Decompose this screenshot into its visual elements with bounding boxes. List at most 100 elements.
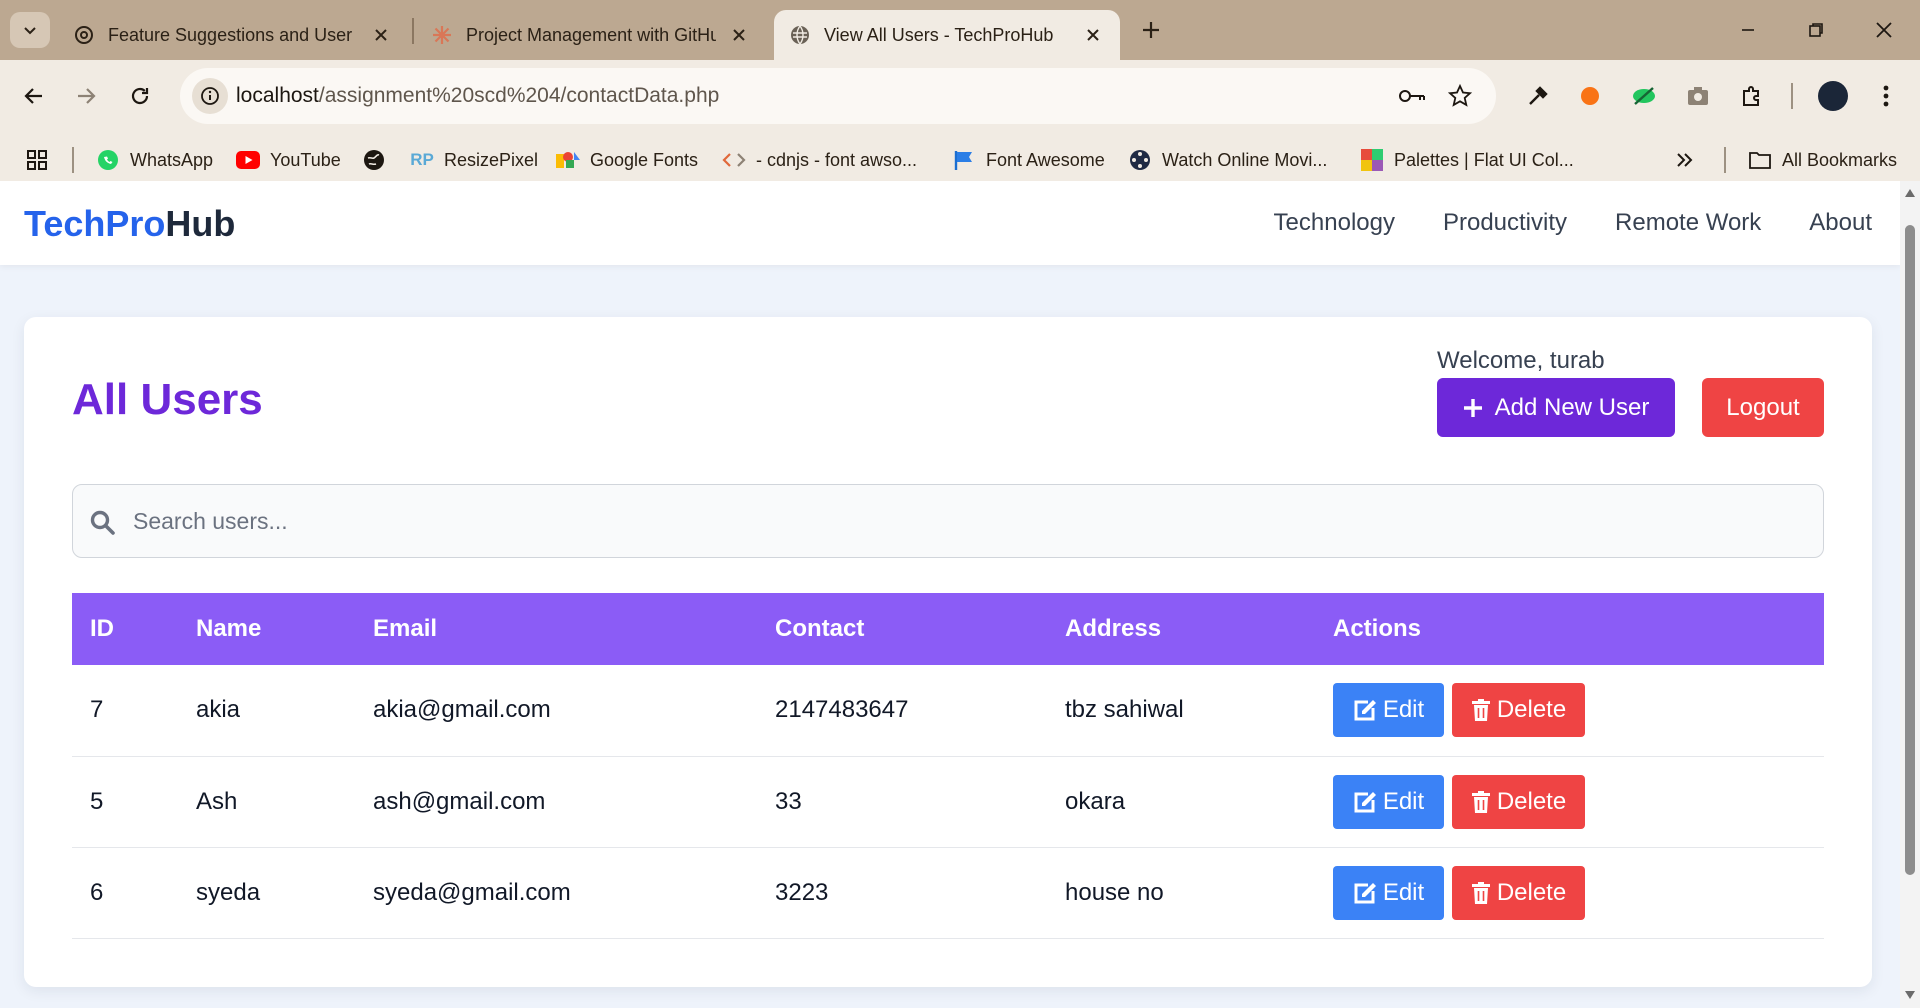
palette-icon bbox=[1360, 148, 1384, 172]
main-nav: Technology Productivity Remote Work Abou… bbox=[1274, 209, 1872, 237]
nav-technology[interactable]: Technology bbox=[1274, 209, 1395, 237]
address-bar[interactable]: localhost/assignment%20scd%204/contactDa… bbox=[180, 68, 1496, 124]
extensions-puzzle-icon[interactable] bbox=[1732, 76, 1772, 116]
url-text[interactable]: localhost/assignment%20scd%204/contactDa… bbox=[236, 84, 719, 108]
cell-email: ash@gmail.com bbox=[355, 756, 757, 848]
cell-address: house no bbox=[1047, 847, 1315, 939]
column-header-name: Name bbox=[178, 593, 355, 665]
logo-text-primary: TechPro bbox=[24, 203, 166, 244]
table-row: 5 Ash ash@gmail.com 33 okara Edit Delete bbox=[72, 756, 1824, 848]
folder-icon bbox=[1748, 148, 1772, 172]
restore-icon bbox=[1809, 23, 1823, 37]
close-icon[interactable] bbox=[1080, 22, 1106, 48]
more-bookmarks-icon[interactable] bbox=[1676, 146, 1694, 174]
table-row: 6 syeda syeda@gmail.com 3223 house no Ed… bbox=[72, 847, 1824, 939]
bookmark-font-awesome[interactable]: Font Awesome bbox=[952, 146, 1105, 174]
flame-extension-icon[interactable] bbox=[1570, 76, 1610, 116]
search-icon bbox=[90, 510, 115, 535]
browser-tab-view-all-users[interactable]: View All Users - TechProHub bbox=[774, 10, 1120, 60]
globe-icon bbox=[362, 148, 386, 172]
key-icon[interactable] bbox=[1396, 80, 1428, 112]
bookmarks-divider bbox=[72, 147, 74, 173]
restore-button[interactable] bbox=[1784, 8, 1848, 52]
bookmark-label: YouTube bbox=[270, 149, 341, 170]
cell-actions: Edit Delete bbox=[1315, 756, 1824, 848]
close-icon[interactable] bbox=[368, 22, 394, 48]
tab-search-button[interactable] bbox=[10, 12, 50, 48]
bookmark-globe[interactable] bbox=[362, 146, 396, 174]
bookmark-watch-online-movies[interactable]: Watch Online Movi... bbox=[1128, 146, 1327, 174]
cell-email: akia@gmail.com bbox=[355, 665, 757, 757]
bookmark-whatsapp[interactable]: WhatsApp bbox=[96, 146, 213, 174]
eye-slash-extension-icon[interactable] bbox=[1624, 76, 1664, 116]
menu-kebab-icon[interactable] bbox=[1866, 76, 1906, 116]
cell-actions: Edit Delete bbox=[1315, 665, 1824, 757]
add-new-user-button[interactable]: Add New User bbox=[1437, 378, 1675, 437]
scroll-down-arrow-icon[interactable] bbox=[1904, 989, 1916, 1001]
bookmark-cdnjs[interactable]: - cdnjs - font awso... bbox=[722, 146, 917, 174]
bookmark-resizepixel[interactable]: RP ResizePixel bbox=[410, 146, 538, 174]
close-window-button[interactable] bbox=[1852, 8, 1916, 52]
site-info-icon[interactable] bbox=[192, 78, 228, 114]
search-input[interactable] bbox=[133, 499, 1803, 543]
browser-tab-project-management[interactable]: Project Management with GitHu bbox=[416, 10, 766, 60]
close-icon[interactable] bbox=[726, 22, 752, 48]
edit-button[interactable]: Edit bbox=[1333, 865, 1444, 920]
cell-contact: 33 bbox=[757, 756, 1047, 848]
nav-productivity[interactable]: Productivity bbox=[1443, 209, 1567, 237]
delete-button[interactable]: Delete bbox=[1452, 774, 1585, 829]
bookmark-label: Font Awesome bbox=[986, 149, 1105, 170]
whatsapp-icon bbox=[96, 148, 120, 172]
plus-icon bbox=[1463, 398, 1482, 417]
cell-address: okara bbox=[1047, 756, 1315, 848]
minimize-icon bbox=[1742, 29, 1754, 31]
star-icon[interactable] bbox=[1444, 80, 1476, 112]
profile-avatar[interactable] bbox=[1818, 81, 1848, 111]
logout-button[interactable]: Logout bbox=[1702, 378, 1824, 437]
bookmark-google-fonts[interactable]: Google Fonts bbox=[556, 146, 698, 174]
browser-tab-strip: Feature Suggestions and User S Project M… bbox=[0, 0, 1920, 60]
forward-button[interactable] bbox=[66, 76, 106, 116]
camera-extension-icon[interactable] bbox=[1678, 76, 1718, 116]
cell-id: 6 bbox=[72, 847, 178, 939]
nav-about[interactable]: About bbox=[1809, 209, 1872, 237]
bookmark-label: - cdnjs - font awso... bbox=[756, 149, 918, 170]
flag-icon bbox=[952, 148, 976, 172]
film-reel-icon bbox=[1128, 148, 1152, 172]
close-icon bbox=[1876, 22, 1892, 38]
new-tab-button[interactable] bbox=[1131, 12, 1171, 48]
bookmark-youtube[interactable]: YouTube bbox=[236, 146, 341, 174]
bookmark-label: Watch Online Movi... bbox=[1162, 149, 1328, 170]
openai-icon bbox=[72, 23, 96, 47]
trash-icon bbox=[1471, 881, 1490, 904]
edit-label: Edit bbox=[1382, 878, 1425, 906]
back-button[interactable] bbox=[14, 76, 54, 116]
page-scrollbar[interactable] bbox=[1900, 181, 1920, 1008]
cell-address: tbz sahiwal bbox=[1047, 665, 1315, 757]
scroll-up-arrow-icon[interactable] bbox=[1904, 187, 1916, 199]
browser-tab-feature-suggestions[interactable]: Feature Suggestions and User S bbox=[58, 10, 408, 60]
trash-icon bbox=[1471, 790, 1490, 813]
edit-button[interactable]: Edit bbox=[1333, 683, 1444, 738]
site-logo[interactable]: TechProHub bbox=[24, 203, 235, 245]
edit-label: Edit bbox=[1382, 787, 1425, 815]
nav-remote-work[interactable]: Remote Work bbox=[1615, 209, 1761, 237]
users-table: ID Name Email Contact Address Actions 7 … bbox=[72, 593, 1824, 939]
scrollbar-thumb[interactable] bbox=[1905, 225, 1915, 875]
reload-button[interactable] bbox=[120, 76, 160, 116]
apps-grid-icon[interactable] bbox=[26, 146, 48, 174]
cell-id: 7 bbox=[72, 665, 178, 757]
column-header-contact: Contact bbox=[757, 593, 1047, 665]
minimize-button[interactable] bbox=[1716, 8, 1780, 52]
eyedropper-extension-icon[interactable] bbox=[1518, 76, 1558, 116]
cell-email: syeda@gmail.com bbox=[355, 847, 757, 939]
delete-button[interactable]: Delete bbox=[1452, 683, 1585, 738]
edit-button[interactable]: Edit bbox=[1333, 774, 1444, 829]
delete-button[interactable]: Delete bbox=[1452, 865, 1585, 920]
page-title: All Users bbox=[72, 375, 263, 424]
column-header-address: Address bbox=[1047, 593, 1315, 665]
all-bookmarks[interactable]: All Bookmarks bbox=[1748, 146, 1897, 174]
table-row: 7 akia akia@gmail.com 2147483647 tbz sah… bbox=[72, 665, 1824, 757]
claude-icon bbox=[430, 23, 454, 47]
bookmark-palettes[interactable]: Palettes | Flat UI Col... bbox=[1360, 146, 1574, 174]
